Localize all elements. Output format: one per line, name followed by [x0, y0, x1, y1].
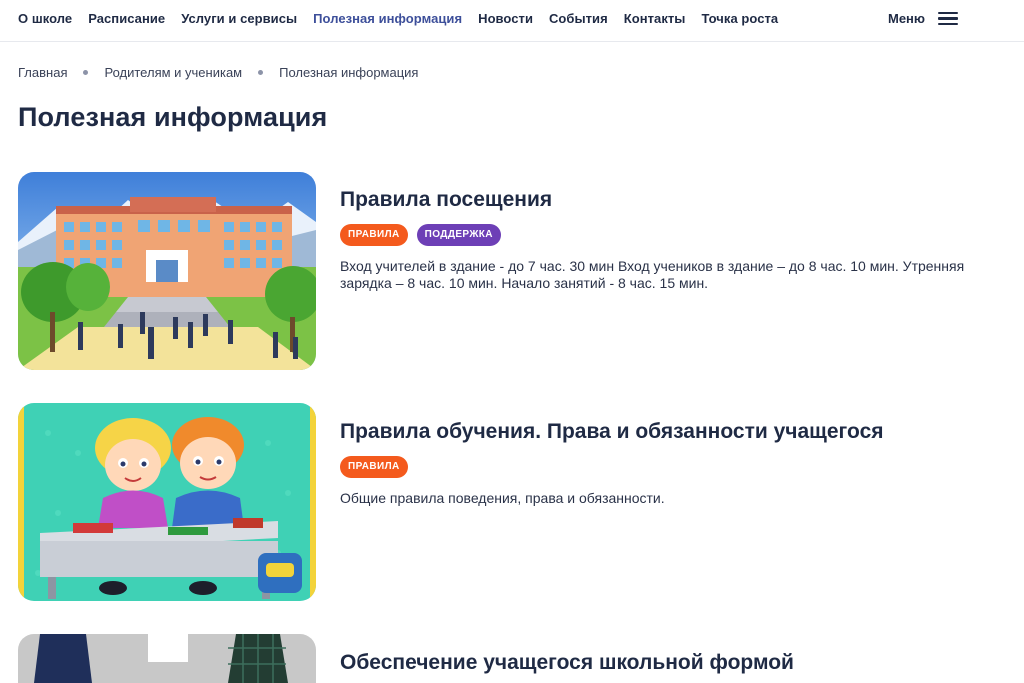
card-image-kids-at-desk[interactable] [18, 403, 316, 601]
nav-item-useful-info[interactable]: Полезная информация [313, 11, 462, 26]
menu-button[interactable]: Меню [888, 11, 958, 26]
breadcrumb-separator-icon [83, 70, 89, 75]
info-card-visiting-rules[interactable]: Правила посещения ПРАВИЛА ПОДДЕРЖКА Вход… [18, 172, 1008, 372]
nav-item-contacts[interactable]: Контакты [624, 11, 686, 26]
breadcrumb-home[interactable]: Главная [18, 65, 67, 80]
card-body: Обеспечение учащегося школьной формой [340, 651, 980, 675]
tag-rules[interactable]: ПРАВИЛА [340, 224, 408, 246]
nav-item-schedule[interactable]: Расписание [88, 11, 165, 26]
card-image-school-building[interactable] [18, 172, 316, 370]
card-tags: ПРАВИЛА ПОДДЕРЖКА [340, 224, 980, 246]
card-body: Правила обучения. Права и обязанности уч… [340, 420, 980, 507]
card-title[interactable]: Обеспечение учащегося школьной формой [340, 651, 980, 675]
card-body: Правила посещения ПРАВИЛА ПОДДЕРЖКА Вход… [340, 188, 980, 292]
card-tags: ПРАВИЛА [340, 456, 980, 478]
breadcrumb-separator-icon [258, 70, 264, 75]
tag-support[interactable]: ПОДДЕРЖКА [416, 224, 501, 246]
nav-item-events[interactable]: События [549, 11, 608, 26]
menu-label: Меню [887, 11, 925, 26]
nav-item-news[interactable]: Новости [478, 11, 533, 26]
nav-item-about[interactable]: О школе [18, 11, 72, 26]
nav-item-growth-point[interactable]: Точка роста [701, 11, 778, 26]
card-description: Вход учителей в здание - до 7 час. 30 ми… [340, 258, 965, 291]
nav-item-services[interactable]: Услуги и сервисы [181, 11, 297, 26]
hamburger-icon[interactable] [938, 11, 958, 26]
breadcrumb-parents-students[interactable]: Родителям и ученикам [104, 65, 242, 80]
card-image-school-uniform[interactable] [18, 634, 316, 683]
info-card-school-uniform[interactable]: Обеспечение учащегося школьной формой [18, 634, 1008, 683]
main-nav: О школе Расписание Услуги и сервисы Поле… [18, 11, 778, 26]
breadcrumb-current: Полезная информация [279, 65, 419, 80]
card-title[interactable]: Правила посещения [340, 188, 980, 212]
top-navigation-bar: О школе Расписание Услуги и сервисы Поле… [0, 0, 1024, 42]
info-card-study-rules[interactable]: Правила обучения. Права и обязанности уч… [18, 403, 1008, 603]
card-title[interactable]: Правила обучения. Права и обязанности уч… [340, 420, 980, 444]
tag-rules[interactable]: ПРАВИЛА [340, 456, 408, 478]
card-description: Общие правила поведения, права и обязанн… [340, 490, 665, 506]
page-title: Полезная информация [18, 102, 328, 132]
breadcrumb: Главная Родителям и ученикам Полезная ин… [18, 65, 418, 80]
